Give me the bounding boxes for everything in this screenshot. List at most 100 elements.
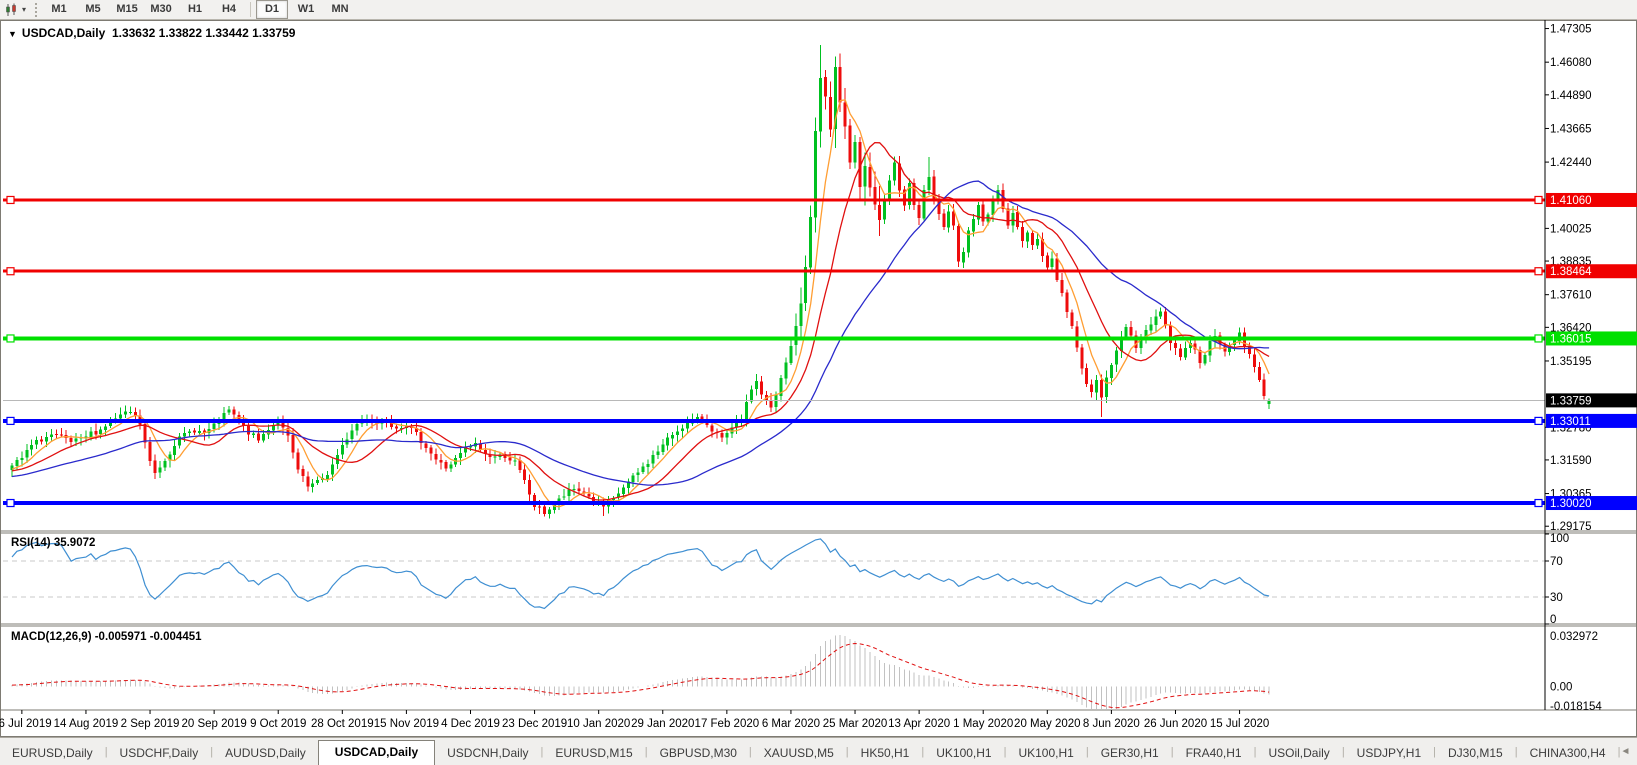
candle-up [922, 190, 926, 219]
hline-handle[interactable] [1534, 334, 1543, 343]
candle-down [59, 434, 63, 436]
chart-tab-dj30-m15[interactable]: DJ30,M15 [1436, 742, 1515, 765]
chart-tab-usdjpy-h1[interactable]: USDJPY,H1 [1345, 742, 1433, 765]
candle-up [1154, 316, 1158, 326]
rsi-tick-label: 70 [1550, 556, 1563, 568]
chart-tab-fra40-h1[interactable]: FRA40,H1 [1174, 742, 1254, 765]
tab-scroll-left-icon[interactable]: ◄ [1620, 746, 1630, 757]
candle-up [863, 166, 867, 187]
candle-down [434, 454, 438, 460]
candle-down [296, 452, 300, 470]
candle-up [814, 131, 818, 218]
timeframe-button-w1[interactable]: W1 [290, 0, 322, 19]
chart-tab-uk100-h1[interactable]: UK100,H1 [1006, 742, 1085, 765]
chart-window[interactable]: 1.47305 1.46080 1.44890 1.43665 1.42440 1.400… [0, 20, 1637, 737]
price-tick-label: 1.43665 [1550, 123, 1592, 135]
hline-handle[interactable] [6, 416, 15, 426]
hline-handle[interactable] [6, 334, 15, 343]
timeframe-button-h4[interactable]: H4 [213, 0, 245, 19]
timeframe-button-m15[interactable]: M15 [111, 0, 143, 19]
date-tick-label: 20 May 2020 [1014, 718, 1081, 730]
candle-up [311, 483, 315, 487]
candle-down [69, 437, 73, 443]
chart-tab-ger30-h1[interactable]: GER30,H1 [1089, 742, 1171, 765]
current-price-badge-label: 1.33759 [1550, 395, 1592, 407]
date-tick-label: 26 Jul 2019 [0, 718, 52, 730]
timeframe-button-mn[interactable]: MN [324, 0, 356, 19]
candle-up [774, 395, 778, 407]
candle-up [330, 464, 334, 475]
macd-tick-label: 0.032972 [1550, 631, 1598, 643]
symbol-dropdown-triangle-icon[interactable]: ▼ [8, 29, 17, 39]
timeframe-button-d1[interactable]: D1 [256, 0, 289, 19]
candlestick-chart-icon[interactable] [3, 2, 21, 18]
candle-up [947, 211, 951, 228]
chart-tab-china300-h4[interactable]: CHINA300,H4 [1518, 742, 1618, 765]
candle-up [1011, 212, 1015, 226]
hline-handle[interactable] [6, 267, 15, 276]
candle-up [459, 452, 463, 458]
candle-up [128, 412, 132, 414]
candle-up [49, 434, 53, 438]
chart-tab-xauusd-m5[interactable]: XAUUSD,M5 [752, 742, 846, 765]
candle-down [429, 447, 433, 454]
candle-up [227, 409, 231, 413]
chart-tab-usdchf-daily[interactable]: USDCHF,Daily [108, 742, 211, 765]
candle-up [754, 380, 758, 390]
hline-handle[interactable] [1534, 267, 1543, 276]
toolbar-grip [35, 2, 38, 17]
chart-tab-uk100-h1[interactable]: UK100,H1 [924, 742, 1003, 765]
hline-price-badge-label: 1.33011 [1550, 416, 1591, 428]
chart-background [0, 20, 1637, 737]
date-tick-label: 6 Mar 2020 [762, 718, 820, 730]
candle-down [257, 433, 260, 441]
chart-tab-usoil-daily[interactable]: USOil,Daily [1256, 742, 1341, 765]
candle-down [301, 469, 305, 476]
chart-canvas[interactable]: 1.47305 1.46080 1.44890 1.43665 1.42440 1.400… [0, 20, 1637, 737]
chart-tab-gbpusd-m30[interactable]: GBPUSD,M30 [648, 742, 749, 765]
chart-tab-eurusd-daily[interactable]: EURUSD,Daily [0, 742, 105, 765]
chart-tab-audusd-daily[interactable]: AUDUSD,Daily [213, 742, 318, 765]
candle-up [183, 432, 187, 437]
candle-up [671, 435, 675, 439]
candle-up [326, 475, 330, 479]
candle-up [316, 480, 320, 483]
rsi-indicator-label: RSI(14) 35.9072 [11, 537, 96, 549]
candle-down [291, 435, 295, 453]
candle-up [799, 303, 803, 326]
hline-handle[interactable] [1534, 195, 1543, 205]
timeframe-button-m30[interactable]: M30 [145, 0, 177, 19]
chart-tab-usdcad-daily[interactable]: USDCAD,Daily [317, 740, 436, 765]
candle-up [1104, 377, 1108, 398]
candle-up [1026, 232, 1030, 242]
hline-handle[interactable] [1534, 416, 1543, 426]
candle-up [261, 433, 265, 441]
macd-tick-label: -0.018154 [1550, 701, 1602, 713]
timeframe-button-m5[interactable]: M5 [77, 0, 109, 19]
candle-up [883, 201, 887, 220]
chart-tab-usdcnh-daily[interactable]: USDCNH,Daily [435, 742, 540, 765]
hline-price-badge-label: 1.30020 [1550, 498, 1592, 510]
candle-down [1080, 347, 1084, 369]
rsi-tick-label: 0 [1550, 614, 1556, 626]
timeframe-button-h1[interactable]: H1 [179, 0, 211, 19]
price-tick-label: 1.42440 [1550, 157, 1592, 169]
candle-down [843, 102, 847, 127]
hline-handle[interactable] [6, 498, 15, 508]
candle-up [74, 438, 78, 442]
candle-down [1173, 343, 1177, 348]
timeframe-button-m1[interactable]: M1 [43, 0, 75, 19]
hline-handle[interactable] [1534, 498, 1543, 508]
price-tick-label: 1.46080 [1550, 57, 1592, 69]
candle-up [350, 430, 354, 439]
candle-down [1129, 327, 1133, 336]
macd-indicator-label: MACD(12,26,9) -0.005971 -0.004451 [11, 631, 202, 643]
chart-tab-hk50-h1[interactable]: HK50,H1 [849, 742, 922, 765]
candle-down [232, 409, 236, 415]
candle-down [148, 442, 152, 461]
hline-handle[interactable] [6, 195, 15, 205]
candle-up [25, 450, 29, 458]
candle-down [942, 213, 946, 227]
chart-tab-eurusd-m15[interactable]: EURUSD,M15 [543, 742, 644, 765]
chevron-down-icon[interactable]: ▾ [22, 5, 26, 14]
